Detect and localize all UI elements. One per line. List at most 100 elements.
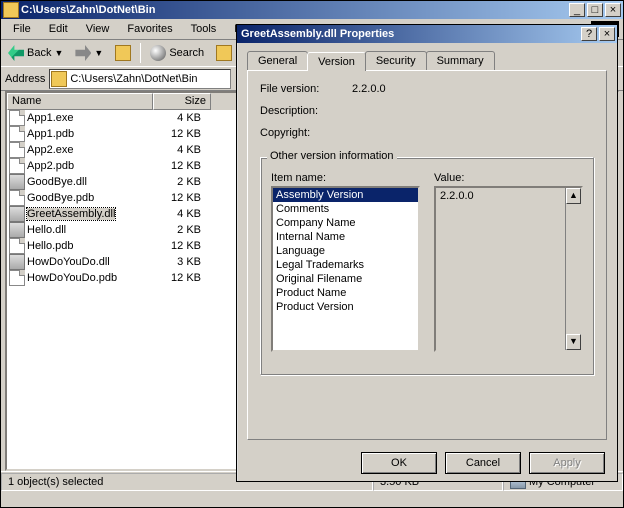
explorer-titlebar: C:\Users\Zahn\DotNet\Bin _ □ ×	[1, 1, 623, 19]
group-legend: Other version information	[267, 150, 397, 162]
up-button[interactable]	[110, 42, 136, 64]
file-name: App1.exe	[27, 112, 73, 124]
file-size: 4 KB	[151, 208, 207, 220]
tab-general[interactable]: General	[247, 51, 308, 70]
address-input[interactable]	[49, 69, 231, 89]
file-size: 12 KB	[151, 160, 207, 172]
file-size: 12 KB	[151, 272, 207, 284]
dialog-help-button[interactable]: ?	[581, 27, 597, 41]
search-icon	[150, 45, 166, 61]
search-button[interactable]: Search	[145, 42, 209, 64]
file-name: App2.exe	[27, 144, 73, 156]
file-icon	[9, 238, 25, 254]
file-icon	[9, 190, 25, 206]
file-name: HowDoYouDo.pdb	[27, 272, 117, 284]
file-name: GoodBye.pdb	[27, 192, 94, 204]
back-button[interactable]: Back▼	[3, 42, 68, 64]
dialog-titlebar: GreetAssembly.dll Properties ? ×	[237, 25, 617, 43]
scrollbar[interactable]: ▲ ▼	[565, 188, 581, 350]
scroll-up-button[interactable]: ▲	[566, 188, 581, 204]
file-name: App1.pdb	[27, 128, 74, 140]
list-item[interactable]: Comments	[273, 202, 418, 216]
tab-security[interactable]: Security	[365, 51, 427, 70]
menu-edit[interactable]: Edit	[41, 21, 76, 37]
value-label: Value:	[434, 172, 583, 184]
back-icon	[8, 45, 24, 61]
list-item[interactable]: Product Version	[273, 300, 418, 314]
list-item[interactable]: Legal Trademarks	[273, 258, 418, 272]
dialog-button-row: OK Cancel Apply	[237, 448, 617, 478]
scroll-down-button[interactable]: ▼	[566, 334, 581, 350]
list-item[interactable]: Internal Name	[273, 230, 418, 244]
file-icon	[9, 142, 25, 158]
file-icon	[9, 126, 25, 142]
explorer-title: C:\Users\Zahn\DotNet\Bin	[19, 4, 567, 16]
file-icon	[9, 206, 25, 222]
file-icon	[9, 110, 25, 126]
apply-button[interactable]: Apply	[529, 452, 605, 474]
forward-icon	[75, 45, 91, 61]
chevron-down-icon: ▼	[94, 48, 103, 58]
file-size: 4 KB	[151, 112, 207, 124]
file-size: 4 KB	[151, 144, 207, 156]
menu-tools[interactable]: Tools	[183, 21, 225, 37]
item-name-listbox[interactable]: Assembly VersionCommentsCompany NameInte…	[271, 186, 420, 352]
file-size: 3 KB	[151, 256, 207, 268]
back-label: Back	[27, 47, 51, 59]
description-label: Description:	[260, 105, 352, 117]
file-icon	[9, 158, 25, 174]
file-name: GreetAssembly.dll	[27, 208, 115, 220]
file-size: 12 KB	[151, 128, 207, 140]
file-version-value: 2.2.0.0	[352, 83, 386, 95]
forward-button[interactable]: ▼	[70, 42, 108, 64]
maximize-button[interactable]: □	[587, 3, 603, 17]
list-item[interactable]: Original Filename	[273, 272, 418, 286]
properties-dialog: GreetAssembly.dll Properties ? × General…	[236, 24, 618, 482]
list-item[interactable]: Company Name	[273, 216, 418, 230]
column-size[interactable]: Size	[153, 93, 211, 110]
file-size: 2 KB	[151, 224, 207, 236]
file-name: HowDoYouDo.dll	[27, 256, 110, 268]
file-version-label: File version:	[260, 83, 352, 95]
column-name[interactable]: Name	[7, 93, 153, 110]
file-size: 12 KB	[151, 240, 207, 252]
list-item[interactable]: Assembly Version	[273, 188, 418, 202]
item-name-label: Item name:	[271, 172, 420, 184]
other-version-group: Other version information Item name: Ass…	[260, 157, 594, 375]
tab-version[interactable]: Version	[307, 52, 366, 71]
ok-button[interactable]: OK	[361, 452, 437, 474]
tab-summary[interactable]: Summary	[426, 51, 495, 70]
menu-favorites[interactable]: Favorites	[119, 21, 180, 37]
folders-icon	[216, 45, 232, 61]
value-text: 2.2.0.0	[440, 190, 474, 202]
file-size: 2 KB	[151, 176, 207, 188]
up-icon	[115, 45, 131, 61]
minimize-button[interactable]: _	[569, 3, 585, 17]
tab-strip: General Version Security Summary	[237, 43, 617, 70]
folder-icon	[3, 2, 19, 18]
scroll-track[interactable]	[566, 204, 581, 334]
file-name: App2.pdb	[27, 160, 74, 172]
cancel-button[interactable]: Cancel	[445, 452, 521, 474]
toolbar-separator	[140, 43, 141, 63]
version-panel: File version:2.2.0.0 Description: Copyri…	[247, 70, 607, 440]
menu-view[interactable]: View	[78, 21, 118, 37]
list-item[interactable]: Product Name	[273, 286, 418, 300]
copyright-label: Copyright:	[260, 127, 352, 139]
close-button[interactable]: ×	[605, 3, 621, 17]
file-name: Hello.dll	[27, 224, 66, 236]
file-icon	[9, 254, 25, 270]
file-icon	[9, 174, 25, 190]
dialog-close-button[interactable]: ×	[599, 27, 615, 41]
file-name: GoodBye.dll	[27, 176, 87, 188]
folder-icon	[51, 71, 67, 87]
menu-file[interactable]: File	[5, 21, 39, 37]
list-item[interactable]: Language	[273, 244, 418, 258]
file-icon	[9, 270, 25, 286]
value-box: 2.2.0.0 ▲ ▼	[434, 186, 583, 352]
file-size: 12 KB	[151, 192, 207, 204]
file-icon	[9, 222, 25, 238]
file-name: Hello.pdb	[27, 240, 73, 252]
chevron-down-icon: ▼	[54, 48, 63, 58]
dialog-title: GreetAssembly.dll Properties	[239, 28, 579, 40]
